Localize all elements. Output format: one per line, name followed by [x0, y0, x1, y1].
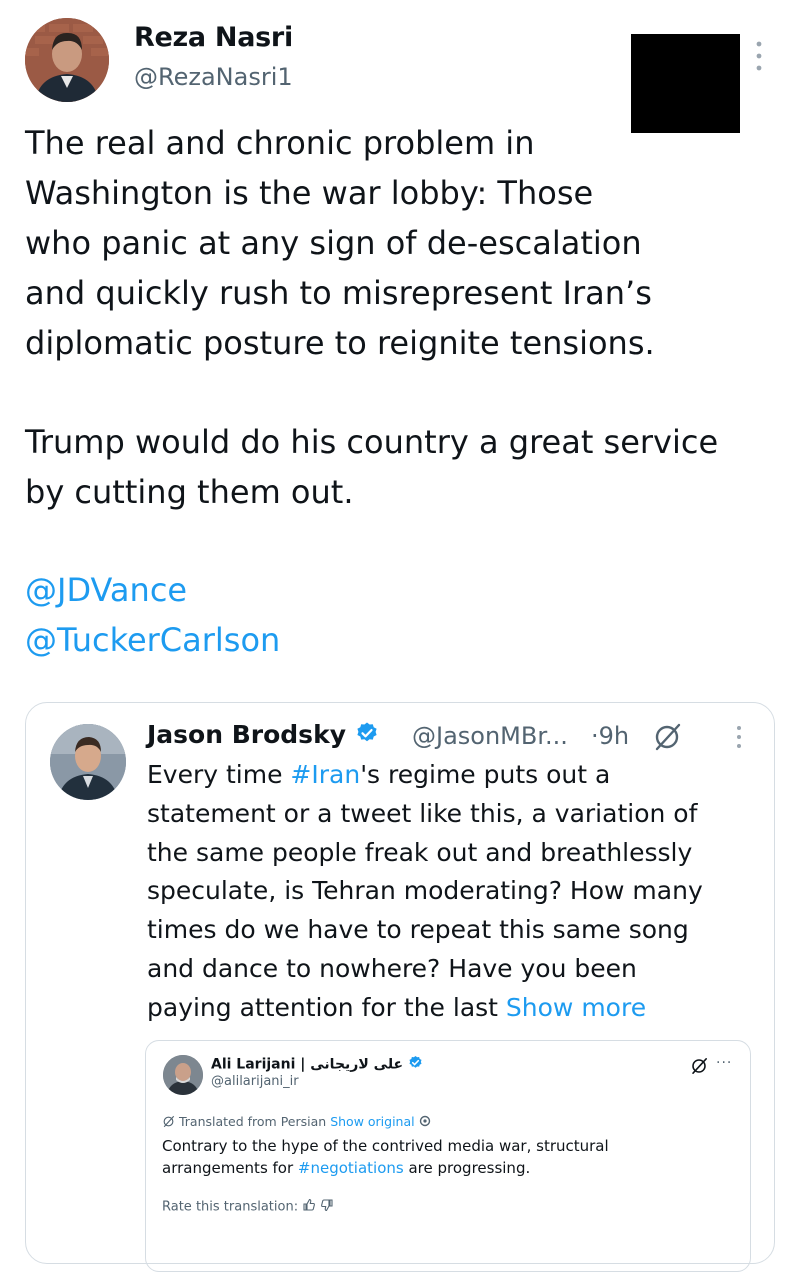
nested-author-name[interactable]: Ali Larijani | علی لاریجانی — [211, 1057, 403, 1073]
nested-text-line: arrangements for #negotiations are progr… — [162, 1157, 530, 1179]
show-original-link[interactable]: Show original — [330, 1114, 414, 1129]
nested-author-name-row[interactable]: Ali Larijani | علی لاریجانی — [211, 1055, 423, 1074]
translated-label: Translated from Persian — [178, 1114, 327, 1129]
quoted-text-fragment: paying attention for the last — [147, 993, 506, 1022]
thumbs-down-icon[interactable] — [320, 1198, 334, 1216]
quoted-text-line: paying attention for the last Show more — [147, 989, 646, 1028]
nested-author-handle[interactable]: @alilarijani_ir — [211, 1074, 299, 1089]
rate-translation-row: Rate this translation: — [162, 1198, 334, 1216]
author-handle[interactable]: @RezaNasri1 — [134, 63, 293, 91]
quoted-author-name-row[interactable]: Jason Brodsky — [147, 720, 379, 751]
verified-badge-icon — [408, 1055, 423, 1074]
timestamp[interactable]: ·9h — [591, 722, 629, 750]
quoted-text-line: Every time #Iran's regime puts out a — [147, 756, 610, 795]
hashtag-link-iran[interactable]: #Iran — [290, 760, 360, 789]
tweet-text-line: Washington is the war lobby: Those — [25, 174, 594, 212]
translation-notice: Translated from Persian Show original — [162, 1114, 431, 1131]
vertical-ellipsis-icon[interactable] — [749, 36, 769, 76]
grok-icon[interactable] — [690, 1057, 708, 1079]
quoted-text-line: the same people freak out and breathless… — [147, 838, 693, 867]
quoted-author-name[interactable]: Jason Brodsky — [147, 720, 346, 749]
quoted-text-line: times do we have to repeat this same son… — [147, 915, 689, 944]
more-options-icon[interactable]: ··· — [716, 1055, 732, 1071]
avatar[interactable] — [163, 1055, 203, 1095]
thumbs-up-icon[interactable] — [302, 1198, 316, 1216]
tweet-text-line: and quickly rush to misrepresent Iran’s — [25, 274, 652, 312]
rate-label: Rate this translation: — [162, 1199, 299, 1215]
quoted-text-fragment: Every time — [147, 760, 291, 789]
vertical-ellipsis-icon[interactable] — [733, 722, 745, 752]
quoted-text-line: and dance to nowhere? Have you been — [147, 954, 637, 983]
tweet-text-line: The real and chronic problem in — [25, 124, 535, 162]
translate-icon — [162, 1115, 175, 1131]
grok-icon[interactable] — [652, 722, 682, 756]
quoted-text-fragment: 's regime puts out a — [360, 760, 611, 789]
nested-text-line: Contrary to the hype of the contrived me… — [162, 1137, 609, 1155]
settings-icon[interactable] — [419, 1115, 431, 1130]
quoted-text-line: statement or a tweet like this, a variat… — [147, 799, 698, 828]
tweet-text-line: who panic at any sign of de-escalation — [25, 224, 642, 262]
nested-text-fragment: arrangements for — [162, 1159, 298, 1177]
mention-link-tuckercarlson[interactable]: @TuckerCarlson — [25, 615, 795, 665]
quoted-text-line: speculate, is Tehran moderating? How man… — [147, 876, 703, 905]
tweet-text-line: diplomatic posture to reignite tensions. — [25, 324, 655, 362]
mention-link-jdvance[interactable]: @JDVance — [25, 565, 795, 615]
quoted-author-handle[interactable]: @JasonMBr... — [412, 722, 568, 750]
hashtag-link-negotiations[interactable]: #negotiations — [298, 1159, 404, 1177]
verified-badge-icon — [355, 721, 379, 751]
avatar[interactable] — [50, 724, 126, 800]
nested-text-fragment: are progressing. — [403, 1159, 531, 1177]
author-name[interactable]: Reza Nasri — [134, 22, 293, 53]
tweet-text-line: Trump would do his country a great servi… — [25, 423, 719, 461]
show-more-link[interactable]: Show more — [506, 993, 646, 1022]
avatar[interactable] — [25, 18, 109, 102]
tweet-text-line: by cutting them out. — [25, 473, 354, 511]
